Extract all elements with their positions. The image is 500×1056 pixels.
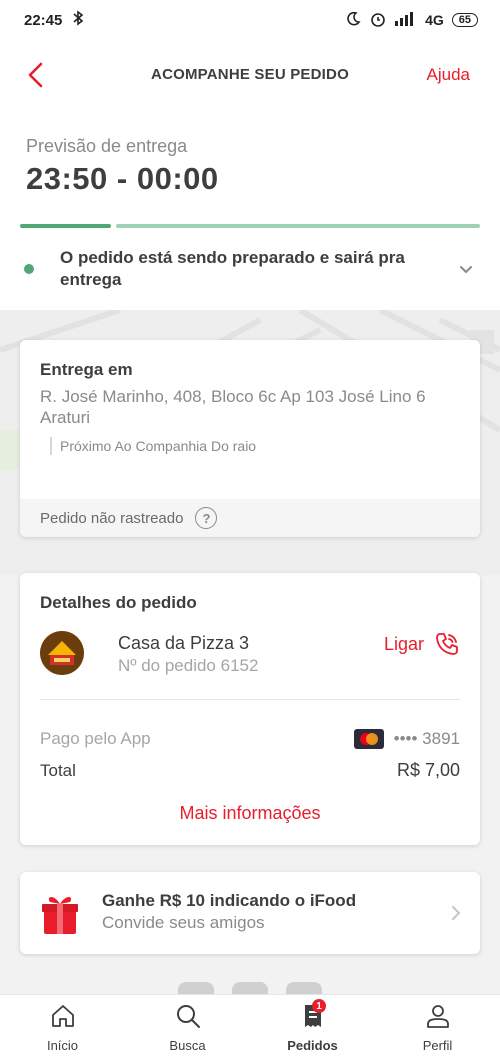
payment-method: •••• 3891 bbox=[353, 729, 460, 749]
nav-label-search: Busca bbox=[169, 1038, 206, 1053]
delivery-address: R. José Marinho, 408, Bloco 6c Ap 103 Jo… bbox=[40, 387, 426, 406]
order-status-row[interactable]: O pedido está sendo preparado e sairá pr… bbox=[0, 228, 500, 310]
call-label: Ligar bbox=[383, 633, 424, 654]
store-row: Casa da Pizza 3 Nº do pedido 6152 Ligar bbox=[40, 631, 460, 679]
nav-label-orders: Pedidos bbox=[287, 1038, 338, 1053]
total-row: Total R$ 7,00 bbox=[40, 760, 460, 781]
payment-row: Pago pelo App •••• 3891 bbox=[40, 729, 460, 749]
chevron-right-icon bbox=[452, 906, 461, 920]
status-bar: 22:45 4G 65 bbox=[0, 0, 500, 40]
status-dot-icon bbox=[24, 264, 34, 274]
payment-label: Pago pelo App bbox=[40, 729, 151, 748]
battery-icon: 65 bbox=[451, 13, 478, 27]
home-icon bbox=[51, 1005, 74, 1027]
store-logo bbox=[40, 631, 84, 675]
help-link[interactable]: Ajuda bbox=[427, 65, 470, 85]
bluetooth-icon bbox=[72, 10, 84, 30]
phone-icon bbox=[436, 633, 458, 655]
nav-item-profile[interactable]: Perfil bbox=[375, 995, 500, 1056]
eta-section: Previsão de entrega 23:50 - 00:00 bbox=[0, 110, 500, 228]
referral-card[interactable]: Ganhe R$ 10 indicando o iFood Convide se… bbox=[20, 872, 480, 954]
status-time: 22:45 bbox=[24, 11, 63, 29]
orders-badge: 1 bbox=[312, 999, 326, 1013]
nav-label-home: Início bbox=[46, 1038, 79, 1053]
alarm-icon bbox=[369, 10, 387, 31]
order-number: Nº do pedido 6152 bbox=[118, 656, 259, 675]
order-status-text: O pedido está sendo preparado e sairá pr… bbox=[60, 248, 405, 289]
search-icon bbox=[176, 1005, 200, 1028]
header: ACOMPANHE SEU PEDIDO Ajuda bbox=[0, 40, 500, 110]
delivery-info: Entrega em R. José Marinho, 408, Bloco 6… bbox=[20, 340, 480, 500]
network-type: 4G bbox=[425, 12, 444, 28]
profile-icon bbox=[426, 1005, 449, 1028]
card-number: •••• 3891 bbox=[393, 729, 460, 748]
referral-title: Ganhe R$ 10 indicando o iFood bbox=[102, 891, 357, 910]
status-icons: 4G 65 bbox=[345, 10, 478, 31]
total-label: Total bbox=[40, 760, 76, 780]
order-details-card: Detalhes do pedido Casa da Pizza 3 Nº do… bbox=[20, 573, 480, 845]
call-button[interactable]: Ligar bbox=[384, 631, 460, 657]
eta-label: Previsão de entrega bbox=[26, 136, 188, 156]
store-name: Casa da Pizza 3 bbox=[118, 633, 250, 653]
nav-item-search[interactable]: Busca bbox=[125, 995, 250, 1056]
nav-item-home[interactable]: Início bbox=[0, 995, 125, 1056]
gift-icon bbox=[42, 897, 78, 934]
delivery-neighborhood: Araturi bbox=[40, 408, 91, 427]
tracking-bar: Pedido não rastreado ? bbox=[20, 499, 480, 537]
details-title: Detalhes do pedido bbox=[40, 593, 197, 612]
more-info-link[interactable]: Mais informações bbox=[20, 803, 480, 824]
bottom-nav: Início Busca 1 Pedidos Perfil bbox=[0, 994, 500, 1056]
mastercard-icon bbox=[353, 729, 384, 749]
signal-icon bbox=[395, 11, 417, 29]
delivery-card: Entrega em R. José Marinho, 408, Bloco 6… bbox=[20, 340, 480, 537]
nav-item-orders[interactable]: 1 Pedidos bbox=[250, 995, 375, 1056]
referral-subtitle: Convide seus amigos bbox=[102, 913, 265, 932]
nav-label-profile: Perfil bbox=[422, 1038, 453, 1053]
help-icon[interactable]: ? bbox=[195, 507, 218, 529]
delivery-title: Entrega em bbox=[40, 360, 133, 379]
eta-value: 23:50 - 00:00 bbox=[26, 161, 219, 196]
delivery-reference: Próximo Ao Companhia Do raio bbox=[50, 437, 460, 455]
divider bbox=[40, 699, 460, 700]
moon-icon bbox=[345, 11, 361, 30]
page-title: ACOMPANHE SEU PEDIDO bbox=[151, 66, 349, 83]
tracking-status: Pedido não rastreado bbox=[40, 509, 184, 527]
chevron-down-icon[interactable] bbox=[458, 261, 474, 277]
total-value: R$ 7,00 bbox=[396, 760, 460, 780]
